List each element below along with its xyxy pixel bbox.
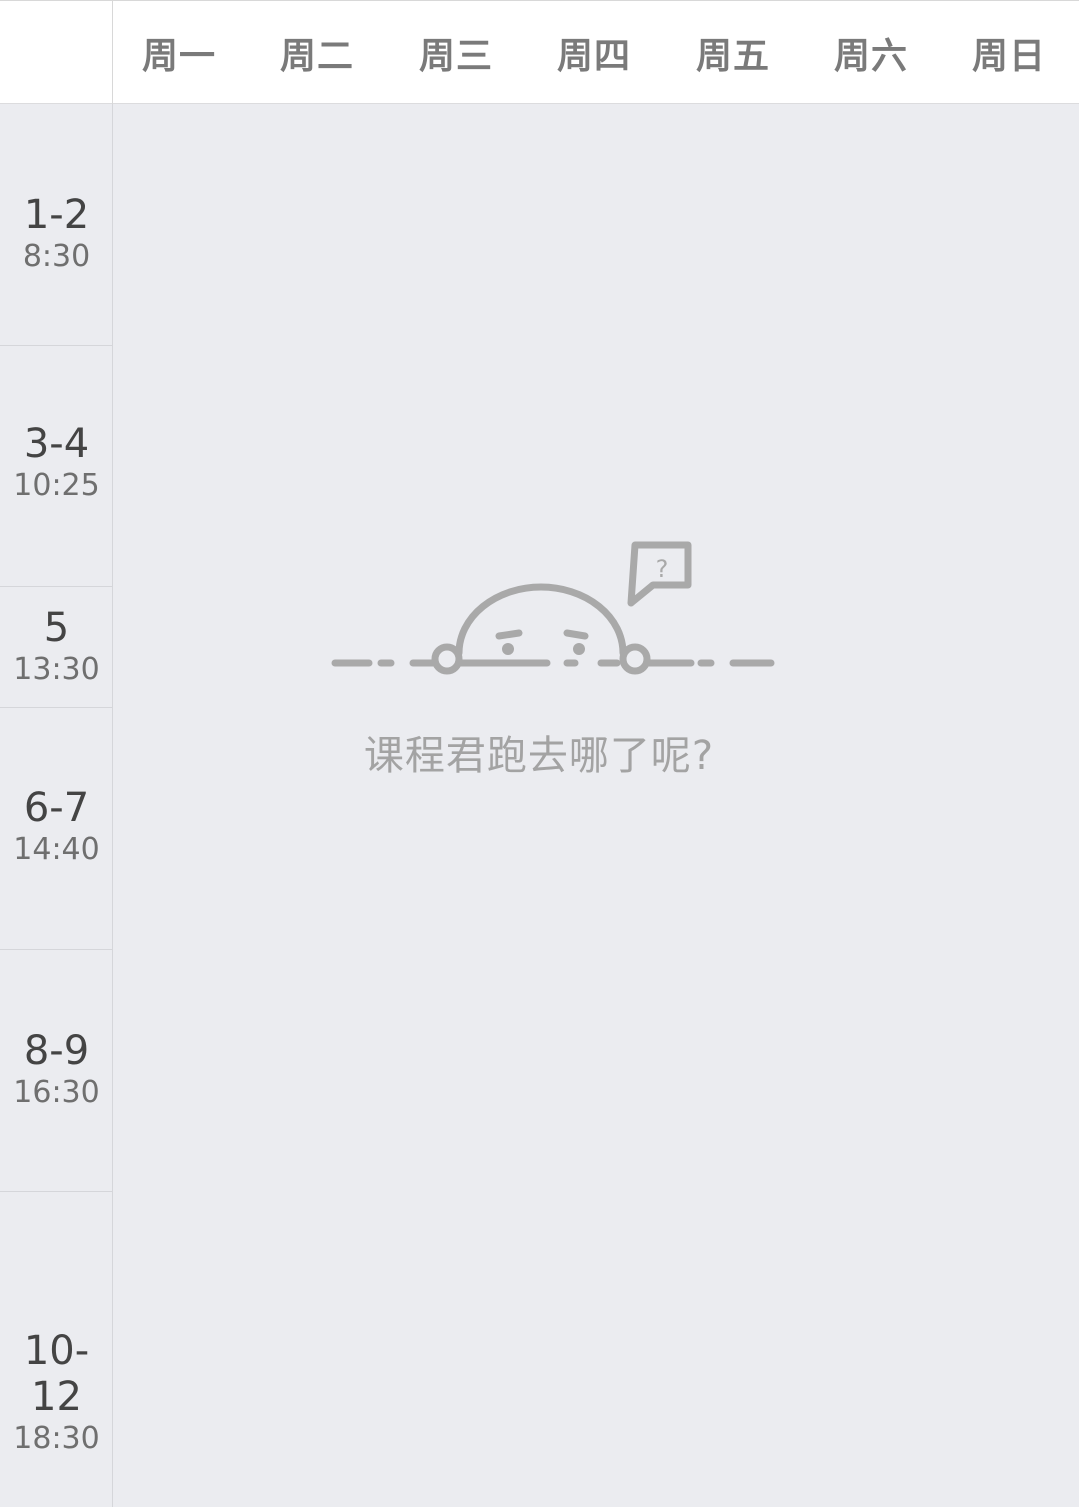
peeking-face-icon: ? (325, 535, 785, 685)
period-number: 8-9 (23, 1028, 90, 1074)
bubble-question-mark: ? (656, 555, 669, 583)
day-header-mon: 周一 (141, 36, 216, 77)
period-time: 8:30 (22, 239, 91, 274)
period-sidebar: 1-2 8:30 3-4 10:25 5 13:30 6-7 14:40 8-9… (0, 104, 113, 1507)
period-slot: 8-9 16:30 (0, 950, 113, 1192)
day-header-wed: 周三 (418, 36, 493, 77)
day-header-tue: 周二 (279, 36, 354, 77)
week-header: 周一 周二 周三 周四 周五 周六 周日 (0, 0, 1079, 104)
header-corner (0, 1, 113, 104)
period-time: 16:30 (13, 1075, 100, 1110)
period-slot: 10-12 18:30 (0, 1192, 113, 1507)
day-header-thu: 周四 (556, 36, 631, 77)
day-header-fri: 周五 (695, 36, 770, 77)
period-time: 13:30 (13, 652, 100, 687)
empty-state-message: 课程君跑去哪了呢? (363, 733, 715, 779)
period-number: 5 (43, 605, 70, 651)
period-number: 6-7 (23, 785, 90, 831)
day-header-sat: 周六 (833, 36, 908, 77)
period-slot: 6-7 14:40 (0, 708, 113, 950)
period-slot: 1-2 8:30 (0, 104, 113, 346)
period-number: 10-12 (23, 1328, 90, 1420)
period-time: 18:30 (13, 1421, 100, 1456)
period-slot: 5 13:30 (0, 587, 113, 708)
period-time: 10:25 (13, 468, 100, 503)
period-number: 3-4 (23, 421, 90, 467)
period-time: 14:40 (13, 832, 100, 867)
day-header-sun: 周日 (971, 36, 1046, 77)
period-slot: 3-4 10:25 (0, 346, 113, 587)
period-number: 1-2 (23, 192, 90, 238)
